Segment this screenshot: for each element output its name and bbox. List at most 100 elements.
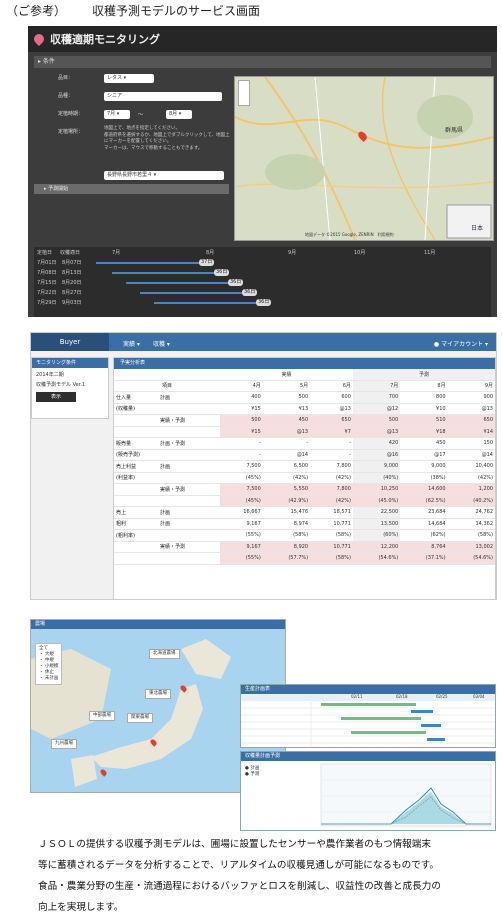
table-cell: 7,500 [220, 483, 263, 496]
row-sub [158, 472, 220, 484]
harvest-date: 8月13日 [62, 270, 82, 276]
table-cell: (45%) [220, 495, 263, 507]
timeline-row: 7月15日 8月20日 36日 [34, 279, 491, 287]
forecast-graphic [320, 763, 492, 827]
map-zoom-control[interactable] [238, 80, 250, 106]
row-group: 粗利 [114, 518, 158, 530]
row-group: 販売量 [114, 437, 158, 450]
table-cell: (57.7%) [262, 552, 311, 565]
month-header: 7月 [352, 380, 401, 392]
table-cell: 14,684 [400, 518, 448, 530]
table-cell: 18,571 [310, 506, 353, 519]
production-plan-screenshot: 生産計画表 02/11 02/18 02/25 03/04 [240, 684, 496, 748]
period-to-select[interactable]: 8月 ▾ [166, 110, 192, 119]
conditions-bar[interactable]: ▸ 条件 [34, 56, 491, 68]
table-row: 実績・予測 7,500 5,550 7,800 10,250 14,600 1,200 [114, 483, 495, 496]
table-row: (45%) (42.9%) (42%) (45.0%) (62.5%) (40.2%) [114, 495, 495, 507]
growth-bar [112, 272, 215, 274]
plant-date: 7月01日 [37, 260, 57, 266]
plan-gantt [241, 702, 495, 747]
month-header: 9月 [447, 380, 495, 392]
plant-date: 7月15日 [37, 280, 57, 286]
farm-popup[interactable]: 関東農場 [127, 713, 153, 723]
table-cell: (58%) [262, 529, 311, 542]
item-select[interactable]: レタス ▾ [104, 74, 154, 83]
farm-popup[interactable]: 九州農場 [51, 739, 77, 749]
days-badge: 36日 [214, 269, 230, 276]
timeline-row: 7月22日 8月27日 36日 [34, 289, 491, 297]
table-cell: @13 [310, 403, 353, 415]
brand[interactable]: Buyer [31, 333, 109, 351]
group-actual: 実績 [220, 369, 353, 381]
table-cell: (40.2%) [447, 495, 495, 507]
location-map[interactable]: 群馬県 日本 地図データ ©2015 Google, ZENRIN 利用規約 [234, 76, 494, 241]
farm-popup[interactable]: 中部農場 [89, 711, 115, 721]
map-legend: 全て ・ 大規 ・ 中規 ・ 小規模 ・ 休止 ・ 未計画 [35, 643, 63, 685]
account-menu[interactable]: ● マイアカウント ▾ [434, 339, 488, 348]
row-sub [158, 529, 220, 542]
row-sub: 計画 [158, 506, 220, 519]
table-cell: 7,500 [220, 460, 263, 473]
farm-popup[interactable]: 北海道農場 [149, 649, 180, 659]
app-logo-icon [31, 31, 47, 47]
table-cell: 8,764 [400, 541, 448, 553]
table-cell: (58%) [310, 529, 353, 542]
month-header: 4月 [220, 380, 263, 392]
table-cell: @13 [262, 426, 311, 438]
table-cell: 500 [262, 391, 311, 404]
table-cell: 600 [310, 391, 353, 404]
note-line: マーカーは、マウスで移動することもできます。 [104, 145, 203, 151]
place-notes: 地図上で、地点を指定してください。 都道府県を選択するか、地図上でダブルクリック… [104, 126, 234, 152]
table-cell: 14,600 [400, 483, 448, 496]
harvest-forecast-screenshot: 収穫量計画予測 ● 計画 ● 予測 [240, 751, 496, 831]
show-button[interactable]: 表示 [36, 392, 76, 402]
plan-actual-panel: 予実分析表 実績 予測 項目 4月 5月 6月 7月 8月 9月 仕入量 計画 40… [113, 357, 496, 599]
harvest-date: 9月03日 [62, 300, 82, 306]
place-select[interactable]: 長野県長野市若里４ ▾ [104, 171, 224, 180]
table-cell: (45%) [220, 472, 263, 484]
buyer-analysis-screenshot: Buyer 実績 ▾ 収穫 ▾ ● マイアカウント ▾ モニタリング条件 201… [30, 332, 497, 600]
table-row: 売上 計画 16,667 15,476 18,571 22,500 23,684 24,762 [114, 506, 495, 519]
top-nav: Buyer 実績 ▾ 収穫 ▾ ● マイアカウント ▾ [31, 333, 496, 351]
table-cell: 9,000 [400, 460, 448, 473]
month-header: 5月 [262, 380, 311, 392]
variety-label: 品種： [58, 93, 74, 99]
row-group [114, 414, 158, 427]
side-item[interactable]: 2014年二期 [32, 368, 108, 378]
conditions-label: 条件 [42, 58, 55, 65]
col-item: 項目 [114, 380, 220, 392]
plant-date: 7月29日 [37, 300, 57, 306]
table-cell: @16 [352, 449, 401, 461]
table-header: 項目 4月 5月 6月 7月 8月 9月 [114, 380, 495, 392]
timeline-col: 7月 [112, 250, 121, 256]
period-from-value: 7月 [107, 111, 116, 117]
timeline-col: 9月 [288, 250, 297, 256]
table-row: 仕入量 計画 400 500 600 700 800 900 [114, 391, 495, 404]
table-row: (55%) (57.7%) (58%) (54.6%) (37.1%) (54.6%) [114, 552, 495, 565]
side-item[interactable]: 収穫予測モデル Ver.1 [32, 378, 108, 388]
row-sub: 計画 [158, 460, 220, 473]
user-icon: ● [433, 341, 442, 348]
legend-item[interactable]: ・ 未計画 [39, 676, 58, 682]
table-cell: 420 [352, 437, 401, 450]
table-cell: (42%) [310, 472, 353, 484]
variety-select[interactable]: シニア [104, 92, 222, 101]
menu-harvest[interactable]: 収穫 ▾ [153, 339, 170, 348]
table-row: 販売量 計画・予測 - - -420 450 150 [114, 437, 495, 450]
table-cell: - [262, 437, 311, 450]
table-cell: 1,200 [447, 483, 495, 496]
plant-date: 7月08日 [37, 270, 57, 276]
panel-header: 予実分析表 [114, 358, 495, 369]
farm-popup[interactable]: 東北農場 [145, 689, 171, 699]
table-cell: 10,250 [352, 483, 401, 496]
description-paragraph: ＪＳＯＬの提供する収穫予測モデルは、圃場に設置したセンサーや農作業者のもつ情報端… [38, 834, 498, 918]
period-to-value: 8月 [169, 111, 178, 117]
place-select-value: 長野県長野市若里４ [107, 172, 153, 178]
map-label: 日本 [471, 225, 484, 232]
menu-actual[interactable]: 実績 ▾ [123, 339, 140, 348]
table-cell: ¥7 [310, 426, 353, 438]
period-from-select[interactable]: 7月 ▾ [104, 110, 130, 119]
predict-button[interactable]: ▸ 予測開始 [34, 184, 229, 194]
table-cell: (42%) [447, 472, 495, 484]
days-badge: 36日 [228, 279, 244, 286]
